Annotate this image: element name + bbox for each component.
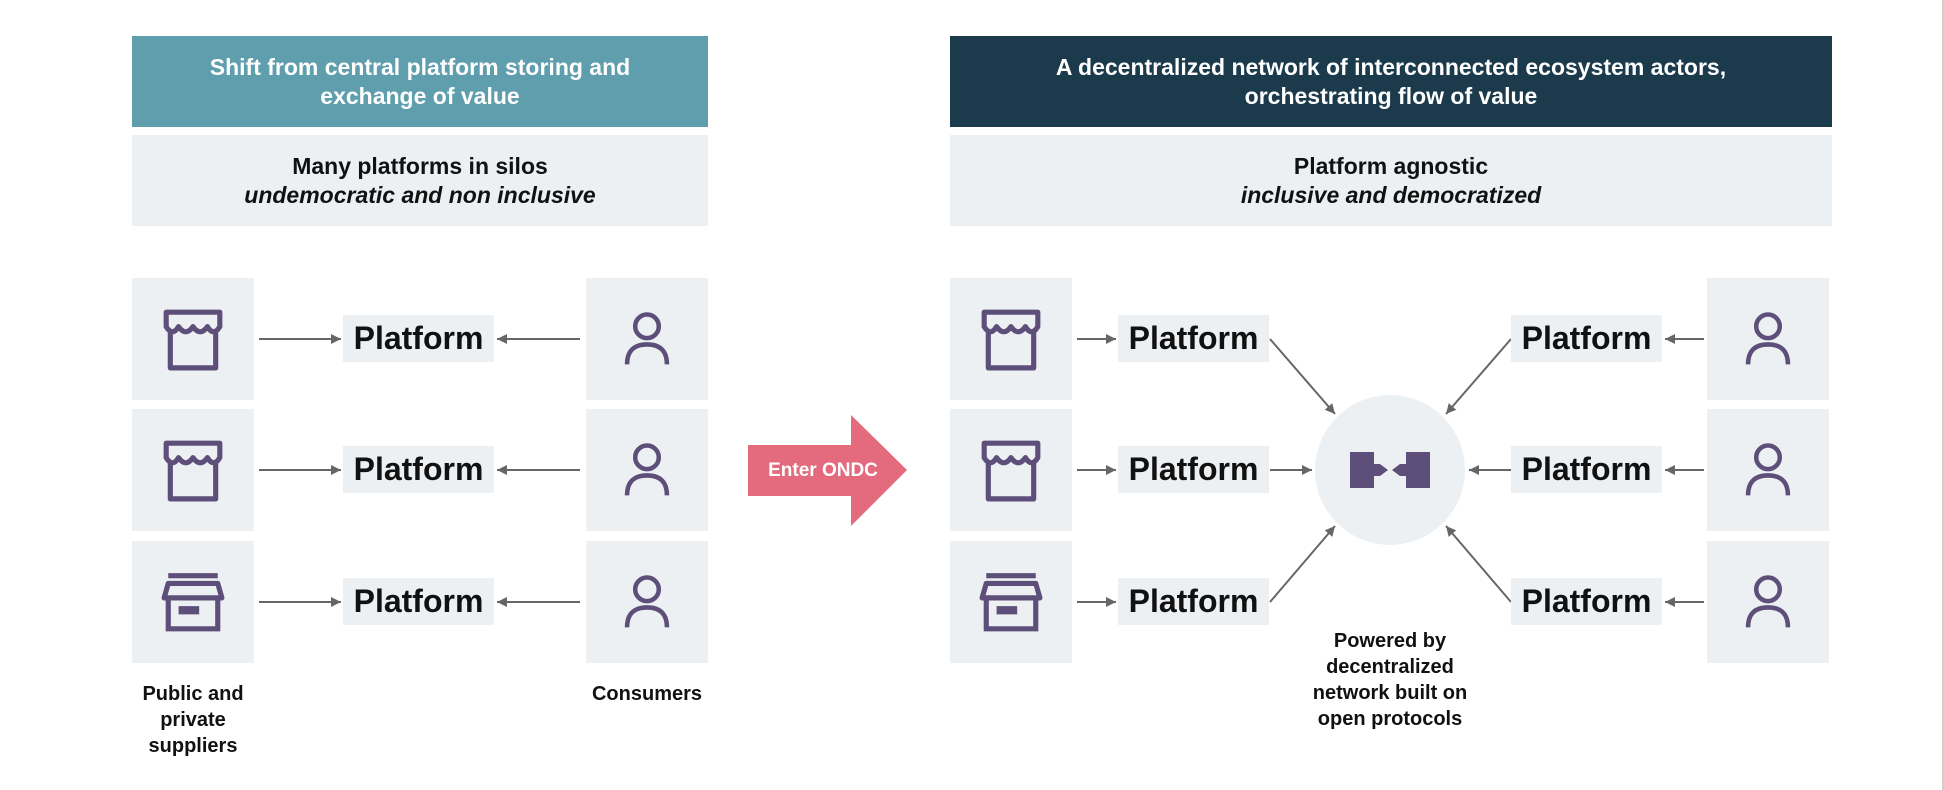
supplier-tile bbox=[950, 541, 1072, 663]
supplier-tile bbox=[950, 278, 1072, 400]
right-header: A decentralized network of interconnecte… bbox=[950, 36, 1832, 127]
storefront-icon bbox=[978, 306, 1044, 372]
arrow-platform-to-hub bbox=[1445, 525, 1512, 603]
arrow-platform-to-hub bbox=[1269, 525, 1336, 603]
platform-box: Platform bbox=[1118, 578, 1269, 625]
right-subheader-title: Platform agnostic bbox=[1293, 152, 1489, 179]
hub-caption: Powered by decentralized network built o… bbox=[1312, 630, 1468, 730]
person-icon bbox=[1739, 437, 1797, 503]
enter-ondc-label: Enter ONDC bbox=[748, 445, 898, 496]
arrow-platform-to-hub bbox=[1445, 338, 1512, 415]
platform-box: Platform bbox=[1511, 578, 1662, 625]
platform-box: Platform bbox=[1511, 446, 1662, 493]
network-hub bbox=[1315, 395, 1465, 545]
person-icon bbox=[1739, 306, 1797, 372]
network-connect-icon bbox=[1350, 452, 1430, 488]
enter-ondc-text: Enter ONDC bbox=[768, 459, 878, 481]
platform-box: Platform bbox=[1118, 315, 1269, 362]
archive-box-icon bbox=[978, 569, 1044, 635]
platform-box: Platform bbox=[1511, 315, 1662, 362]
consumer-tile bbox=[1707, 278, 1829, 400]
consumer-tile bbox=[1707, 541, 1829, 663]
supplier-tile bbox=[950, 409, 1072, 531]
person-icon bbox=[1739, 569, 1797, 635]
consumer-caption: Consumers bbox=[591, 683, 703, 705]
supplier-caption: Public and private suppliers bbox=[142, 683, 244, 757]
platform-box: Platform bbox=[1118, 446, 1269, 493]
consumer-tile bbox=[1707, 409, 1829, 531]
arrow-platform-to-hub bbox=[1269, 338, 1336, 415]
right-subheader: Platform agnostic inclusive and democrat… bbox=[950, 135, 1832, 226]
right-subheader-subtitle: inclusive and democratized bbox=[1240, 181, 1542, 208]
storefront-icon bbox=[978, 437, 1044, 503]
